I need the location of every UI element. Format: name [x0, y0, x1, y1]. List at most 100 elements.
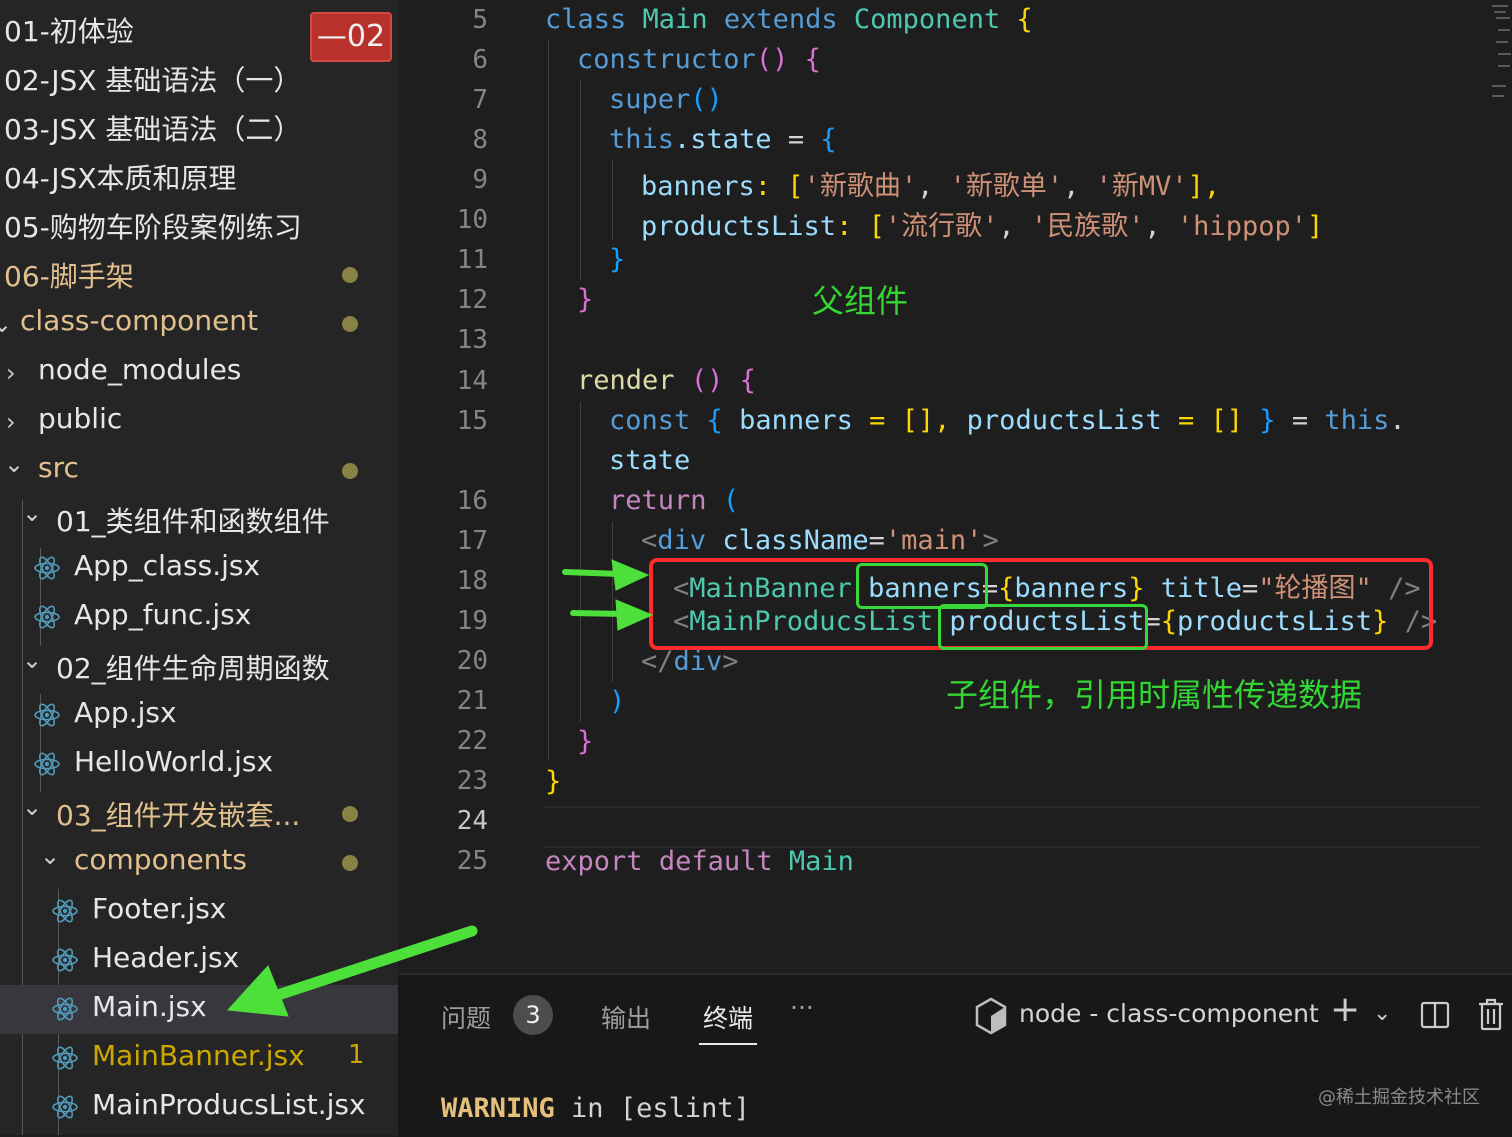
tree-file-header[interactable]: Header.jsx	[0, 936, 398, 985]
annotation-parent-component: 父组件	[812, 282, 909, 320]
terminal-output[interactable]: WARNING in [eslint]	[441, 1093, 750, 1124]
code-line: super()	[609, 84, 723, 115]
tree-folder-components[interactable]: ⌄ components	[0, 838, 398, 887]
line-number: 10	[456, 205, 488, 235]
tree-folder-node-modules[interactable]: › node_modules	[0, 348, 398, 397]
tree-label: Header.jsx	[92, 941, 240, 974]
annotation-child-component: 子组件，引用时属性传递数据	[946, 676, 1363, 714]
line-number: 9	[472, 165, 488, 195]
tree-file-app[interactable]: App.jsx	[0, 691, 398, 740]
line-number: 19	[456, 606, 488, 636]
tree-label: components	[74, 843, 247, 876]
line-number: 12	[456, 285, 488, 315]
tree-folder-04[interactable]: 04-JSX本质和原理	[0, 152, 398, 201]
tree-label: 05-购物车阶段案例练习	[4, 211, 302, 244]
react-icon	[34, 752, 60, 776]
line-number: 6	[472, 45, 488, 75]
code-line: }	[609, 244, 626, 275]
line-number: 21	[456, 686, 488, 716]
tree-folder-03[interactable]: 03-JSX 基础语法（二）	[0, 103, 398, 152]
bottom-panel: 问题 3 输出 终端 ··· node - class-component + …	[398, 973, 1512, 1137]
chevron-down-icon[interactable]: ⌄	[1373, 1001, 1391, 1026]
tree-label: 02_组件生命周期函数	[56, 652, 330, 685]
tree-label: HelloWorld.jsx	[74, 745, 274, 778]
line-number: 22	[456, 726, 488, 756]
code-line: banners: ['新歌曲', '新歌单', '新MV'],	[641, 171, 1221, 202]
indent-guide	[612, 160, 613, 240]
add-terminal-button[interactable]: +	[1330, 989, 1360, 1030]
code-line: productsList: ['流行歌', '民族歌', 'hippop']	[641, 211, 1324, 242]
chevron-right-icon: ›	[6, 408, 16, 436]
trash-icon[interactable]	[1477, 997, 1505, 1031]
tree-file-app-class[interactable]: App_class.jsx	[0, 544, 398, 593]
tree-label: Main.jsx	[92, 990, 207, 1023]
line-number: 7	[472, 85, 488, 115]
tree-label: MainProducsList.jsx	[92, 1088, 366, 1121]
line-number: 20	[456, 646, 488, 676]
indent-guide	[580, 80, 581, 280]
code-line: class Main extends Component {	[545, 4, 1033, 35]
tab-problems[interactable]: 问题	[441, 999, 491, 1035]
code-line: this.state = {	[609, 124, 837, 155]
tree-folder-05[interactable]: 05-购物车阶段案例练习	[0, 201, 398, 250]
line-number: 17	[456, 526, 488, 556]
modified-dot	[342, 316, 358, 332]
tree-folder-class-component[interactable]: ⌄ class-component	[0, 299, 398, 348]
code-line: }	[577, 726, 594, 757]
line-number: 18	[456, 566, 488, 596]
problems-count-badge: 3	[513, 995, 553, 1035]
tree-file-main[interactable]: Main.jsx	[0, 985, 398, 1034]
tree-folder-public[interactable]: › public	[0, 397, 398, 446]
line-number: 14	[456, 366, 488, 396]
tree-label: node_modules	[38, 353, 242, 386]
tree-file-footer[interactable]: Footer.jsx	[0, 887, 398, 936]
react-icon	[52, 1095, 78, 1119]
indent-guide	[548, 40, 549, 760]
code-line: <div className='main'>	[641, 525, 999, 556]
tab-terminal[interactable]: 终端	[703, 999, 753, 1035]
code-line: }	[545, 766, 562, 797]
tree-folder-06[interactable]: 06-脚手架	[0, 250, 398, 299]
tree-label: Footer.jsx	[92, 892, 227, 925]
tree-label: 01-初体验	[4, 15, 134, 48]
modified-dot	[342, 463, 358, 479]
tree-folder-03-nesting[interactable]: ⌄ 03_组件开发嵌套...	[0, 789, 398, 838]
explorer-sidebar: 01-初体验 —02 02-JSX 基础语法（一） 03-JSX 基础语法（二）…	[0, 0, 398, 1135]
react-icon	[34, 703, 60, 727]
code-line: const { banners = [], productsList = [] …	[609, 405, 1406, 436]
split-terminal-icon[interactable]	[1420, 1001, 1450, 1029]
code-editor[interactable]: 5 6 7 8 9 10 11 12 13 14 15 16 17 18 19 …	[398, 0, 1512, 973]
line-number: 25	[456, 846, 488, 876]
tree-file-app-func[interactable]: App_func.jsx	[0, 593, 398, 642]
code-line: render () {	[577, 365, 756, 396]
tab-output[interactable]: 输出	[601, 999, 651, 1035]
chevron-down-icon: ⌄	[22, 499, 43, 527]
tree-label: class-component	[20, 304, 259, 337]
more-actions-button[interactable]: ···	[790, 993, 814, 1022]
tree-folder-02-lifecycle[interactable]: ⌄ 02_组件生命周期函数	[0, 642, 398, 691]
line-number: 15	[456, 406, 488, 436]
line-number: 11	[456, 245, 488, 275]
active-tab-indicator	[699, 1043, 757, 1045]
tree-label: 03_组件开发嵌套...	[56, 799, 301, 832]
tree-label: 03-JSX 基础语法（二）	[4, 113, 302, 146]
chevron-down-icon: ⌄	[0, 310, 13, 338]
terminal-name[interactable]: node - class-component	[1019, 999, 1319, 1028]
react-icon	[52, 1046, 78, 1070]
tree-file-mainbanner[interactable]: MainBanner.jsx 1	[0, 1034, 398, 1083]
tree-label: 06-脚手架	[4, 260, 134, 293]
tree-label: src	[38, 451, 79, 484]
chevron-down-icon: ⌄	[40, 842, 61, 870]
tree-folder-02[interactable]: 02-JSX 基础语法（一）	[0, 54, 398, 103]
tree-folder-src[interactable]: ⌄ src	[0, 446, 398, 495]
react-icon	[52, 997, 78, 1021]
tree-folder-01-class-func[interactable]: ⌄ 01_类组件和函数组件	[0, 495, 398, 544]
current-line-highlight	[545, 806, 1480, 848]
tree-label: App.jsx	[74, 696, 177, 729]
tree-label: public	[38, 402, 123, 435]
code-line: }	[577, 284, 594, 315]
tree-file-helloworld[interactable]: HelloWorld.jsx	[0, 740, 398, 789]
indent-guide	[580, 402, 581, 722]
minimap[interactable]	[1486, 0, 1512, 100]
tree-file-mainproducslist[interactable]: MainProducsList.jsx	[0, 1083, 398, 1132]
